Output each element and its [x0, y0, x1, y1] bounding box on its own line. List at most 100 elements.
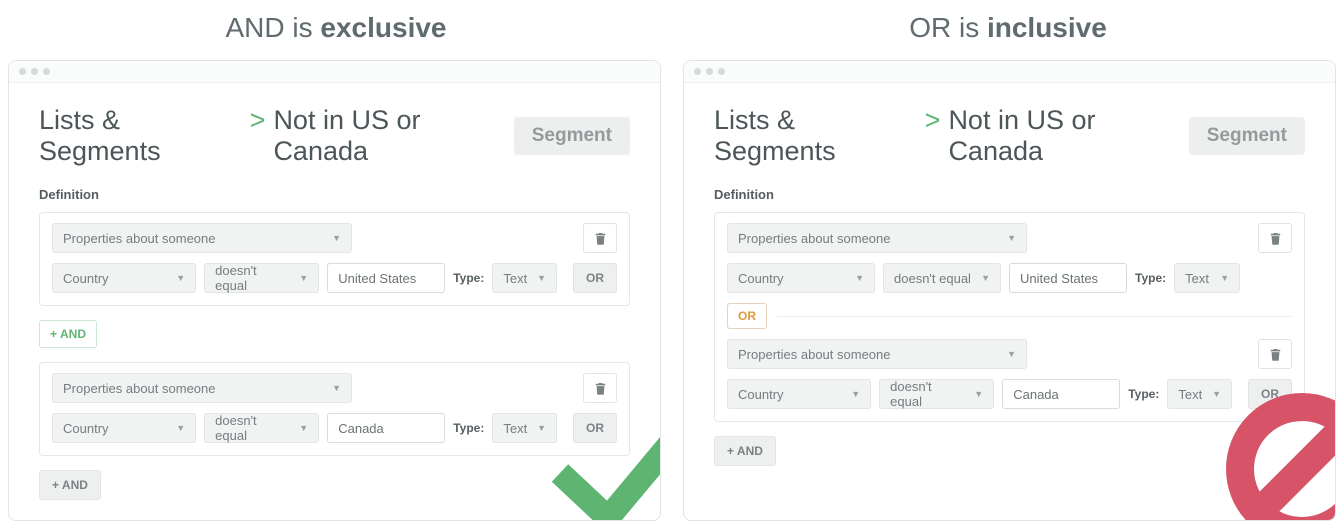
- condition-select[interactable]: doesn't equal ▼: [879, 379, 994, 409]
- select-label: doesn't equal: [894, 271, 971, 286]
- condition-select[interactable]: doesn't equal ▼: [204, 413, 319, 443]
- chevron-down-icon: ▼: [851, 389, 860, 399]
- select-label: doesn't equal: [890, 379, 966, 409]
- select-label: Properties about someone: [738, 347, 890, 362]
- value-input[interactable]: [327, 263, 445, 293]
- trash-icon: [1270, 232, 1281, 245]
- rule-row: Properties about someone ▼: [52, 223, 617, 253]
- select-label: Country: [738, 387, 784, 402]
- rule-row: Country ▼ doesn't equal ▼ Type: Text ▼ O…: [52, 413, 617, 443]
- value-input[interactable]: [1002, 379, 1120, 409]
- and-connector: + AND: [39, 320, 630, 348]
- select-label: Text: [503, 271, 527, 286]
- chevron-down-icon: ▼: [537, 423, 546, 433]
- field-select[interactable]: Country ▼: [52, 413, 196, 443]
- breadcrumb-root[interactable]: Lists & Segments: [39, 105, 242, 167]
- rule-row: Properties about someone ▼: [727, 339, 1292, 369]
- delete-button[interactable]: [583, 373, 617, 403]
- type-select[interactable]: Text ▼: [492, 413, 557, 443]
- add-and-button[interactable]: + AND: [39, 470, 101, 500]
- properties-select[interactable]: Properties about someone ▼: [727, 223, 1027, 253]
- segment-button[interactable]: Segment: [1189, 117, 1305, 155]
- select-label: Text: [503, 421, 527, 436]
- rule-row: Country ▼ doesn't equal ▼ Type: Text ▼ O…: [727, 379, 1292, 409]
- field-select[interactable]: Country ▼: [52, 263, 196, 293]
- window-dot: [31, 68, 38, 75]
- breadcrumb: Lists & Segments > Not in US or Canada: [39, 105, 514, 167]
- chevron-down-icon: ▼: [1212, 389, 1221, 399]
- trash-icon: [595, 232, 606, 245]
- chevron-down-icon: ▼: [299, 273, 308, 283]
- window-dot: [718, 68, 725, 75]
- value-input[interactable]: [327, 413, 445, 443]
- browser-bar: [684, 61, 1335, 83]
- panels-container: Lists & Segments > Not in US or Canada S…: [0, 60, 1344, 521]
- delete-button[interactable]: [1258, 223, 1292, 253]
- window-dot: [19, 68, 26, 75]
- headline-right: OR is inclusive: [672, 12, 1344, 44]
- rule-group: Properties about someone ▼ Country ▼ doe…: [39, 212, 630, 306]
- select-label: Properties about someone: [63, 231, 215, 246]
- or-button[interactable]: OR: [1248, 379, 1292, 409]
- properties-select[interactable]: Properties about someone ▼: [727, 339, 1027, 369]
- browser-bar: [9, 61, 660, 83]
- field-select[interactable]: Country ▼: [727, 379, 871, 409]
- definition-content: Definition Properties about someone ▼ Co…: [9, 187, 660, 520]
- breadcrumb-row: Lists & Segments > Not in US or Canada S…: [9, 83, 660, 187]
- chevron-down-icon: ▼: [1007, 349, 1016, 359]
- chevron-down-icon: ▼: [176, 273, 185, 283]
- type-select[interactable]: Text ▼: [1174, 263, 1240, 293]
- chevron-down-icon: ▼: [981, 273, 990, 283]
- or-chip[interactable]: OR: [727, 303, 767, 329]
- divider: [777, 316, 1292, 317]
- condition-select[interactable]: doesn't equal ▼: [204, 263, 319, 293]
- type-label: Type:: [453, 271, 484, 285]
- chevron-down-icon: ▼: [537, 273, 546, 283]
- select-label: doesn't equal: [215, 263, 291, 293]
- and-chip[interactable]: + AND: [39, 320, 97, 348]
- select-label: Country: [63, 271, 109, 286]
- select-label: Country: [63, 421, 109, 436]
- trash-icon: [1270, 348, 1281, 361]
- or-button[interactable]: OR: [573, 263, 617, 293]
- select-label: Country: [738, 271, 784, 286]
- definition-label: Definition: [714, 187, 1305, 202]
- breadcrumb: Lists & Segments > Not in US or Canada: [714, 105, 1189, 167]
- and-chip-label: AND: [60, 327, 86, 341]
- definition-content: Definition Properties about someone ▼ Co…: [684, 187, 1335, 486]
- chevron-down-icon: ▼: [176, 423, 185, 433]
- breadcrumb-separator: >: [250, 105, 266, 136]
- select-label: doesn't equal: [215, 413, 291, 443]
- headline-row: AND is exclusive OR is inclusive: [0, 0, 1344, 60]
- delete-button[interactable]: [583, 223, 617, 253]
- chevron-down-icon: ▼: [1007, 233, 1016, 243]
- condition-select[interactable]: doesn't equal ▼: [883, 263, 1001, 293]
- headline-left-pre: AND is: [225, 12, 320, 43]
- window-dot: [694, 68, 701, 75]
- type-select[interactable]: Text ▼: [1167, 379, 1232, 409]
- breadcrumb-separator: >: [925, 105, 941, 136]
- window-dot: [43, 68, 50, 75]
- properties-select[interactable]: Properties about someone ▼: [52, 373, 352, 403]
- headline-left-strong: exclusive: [320, 12, 446, 43]
- headline-left: AND is exclusive: [0, 12, 672, 44]
- properties-select[interactable]: Properties about someone ▼: [52, 223, 352, 253]
- chevron-down-icon: ▼: [1220, 273, 1229, 283]
- window-dot: [706, 68, 713, 75]
- value-input[interactable]: [1009, 263, 1127, 293]
- browser-left: Lists & Segments > Not in US or Canada S…: [8, 60, 661, 521]
- type-select[interactable]: Text ▼: [492, 263, 557, 293]
- add-and-button[interactable]: + AND: [714, 436, 776, 466]
- or-button[interactable]: OR: [573, 413, 617, 443]
- delete-button[interactable]: [1258, 339, 1292, 369]
- breadcrumb-root[interactable]: Lists & Segments: [714, 105, 917, 167]
- breadcrumb-row: Lists & Segments > Not in US or Canada S…: [684, 83, 1335, 187]
- chevron-down-icon: ▼: [299, 423, 308, 433]
- select-label: Properties about someone: [738, 231, 890, 246]
- type-label: Type:: [1135, 271, 1166, 285]
- field-select[interactable]: Country ▼: [727, 263, 875, 293]
- chevron-down-icon: ▼: [332, 233, 341, 243]
- chevron-down-icon: ▼: [855, 273, 864, 283]
- segment-button[interactable]: Segment: [514, 117, 630, 155]
- select-label: Text: [1185, 271, 1209, 286]
